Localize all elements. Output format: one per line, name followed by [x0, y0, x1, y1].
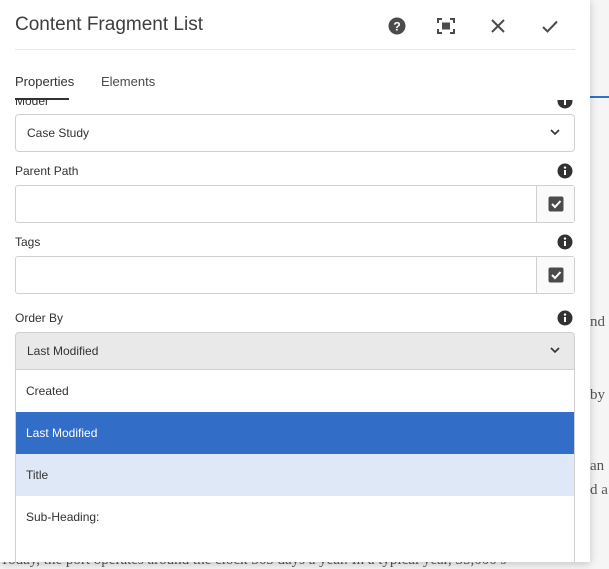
tags-input[interactable] — [16, 257, 537, 293]
help-icon: ? — [388, 17, 406, 35]
tags-label: Tags — [15, 235, 41, 249]
close-icon — [491, 19, 505, 33]
parent-path-picker-button[interactable] — [536, 186, 574, 222]
chevron-down-icon — [550, 347, 560, 354]
content-fragment-list-dialog: Content Fragment List ? Properties Eleme… — [0, 0, 590, 562]
fullscreen-button[interactable] — [434, 14, 458, 38]
parent-path-field — [15, 185, 575, 223]
tab-properties[interactable]: Properties — [15, 74, 74, 89]
svg-text:?: ? — [393, 20, 400, 34]
background-text-fragment: by c — [590, 387, 609, 403]
tags-picker-button[interactable] — [536, 257, 574, 293]
background-text-fragment: nd — [590, 314, 605, 330]
background-text-fragment: d a — [590, 482, 608, 498]
close-button[interactable] — [486, 14, 510, 38]
order-by-dropdown-list: Created Last Modified Title Sub-Heading: — [15, 370, 575, 562]
model-select-value: Case Study — [27, 126, 90, 140]
info-icon[interactable] — [557, 100, 573, 109]
fullscreen-icon — [437, 18, 455, 34]
dropdown-option-created[interactable]: Created — [16, 370, 574, 412]
dropdown-option-title[interactable]: Title — [16, 454, 574, 496]
background-text-fragment: an — [590, 458, 605, 474]
model-label: Model — [15, 100, 48, 108]
dialog-title: Content Fragment List — [15, 14, 203, 35]
chevron-down-icon — [550, 129, 560, 136]
order-by-select-value: Last Modified — [27, 344, 99, 358]
checkbox-checked-icon — [548, 196, 563, 212]
properties-panel[interactable]: Model Case Study Parent Path Tags Order … — [0, 100, 590, 562]
dropdown-option-sub-heading[interactable]: Sub-Heading: — [16, 496, 574, 538]
info-icon[interactable] — [557, 234, 573, 250]
tags-field — [15, 256, 575, 294]
model-select[interactable]: Case Study — [15, 114, 575, 152]
help-button[interactable]: ? — [385, 14, 409, 38]
parent-path-input[interactable] — [16, 186, 537, 222]
done-button[interactable] — [538, 14, 562, 38]
info-icon[interactable] — [557, 163, 573, 179]
background-accent-rule — [590, 96, 609, 98]
checkbox-checked-icon — [548, 267, 563, 283]
order-by-label: Order By — [15, 311, 64, 325]
dialog-header: Content Fragment List ? — [15, 0, 575, 50]
tab-elements[interactable]: Elements — [101, 74, 155, 89]
info-icon[interactable] — [557, 310, 573, 326]
order-by-select[interactable]: Last Modified — [15, 332, 575, 370]
check-icon — [542, 20, 558, 33]
parent-path-label: Parent Path — [15, 164, 79, 178]
dropdown-option-last-modified[interactable]: Last Modified — [16, 412, 574, 454]
